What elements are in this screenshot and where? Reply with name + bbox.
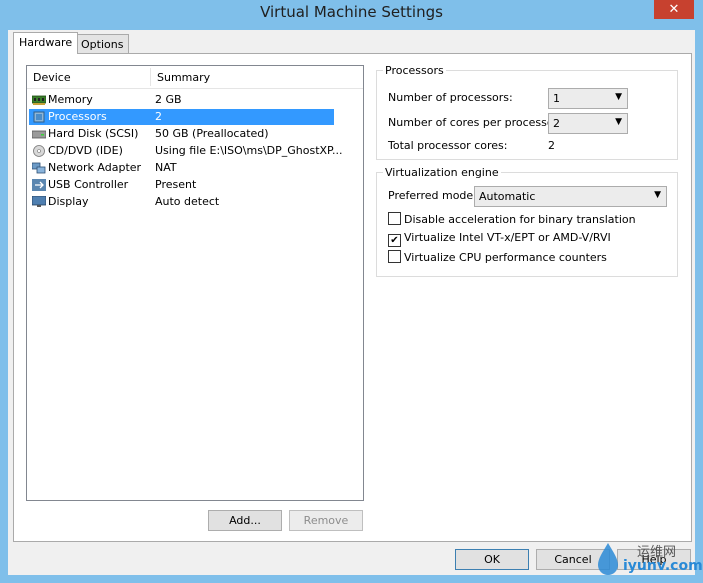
device-name: USB Controller: [48, 178, 129, 191]
virtualize-vtx-checkbox[interactable]: ✔ Virtualize Intel VT-x/EPT or AMD-V/RVI: [388, 231, 611, 247]
tab-hardware[interactable]: Hardware: [13, 32, 79, 54]
disable-binary-translation-checkbox[interactable]: Disable acceleration for binary translat…: [388, 212, 636, 226]
checkmark-icon: ✔: [388, 234, 401, 247]
checkbox-label: Disable acceleration for binary translat…: [404, 213, 636, 226]
add-button-label: Add...: [229, 514, 261, 527]
preferred-mode-select[interactable]: Automatic ▼: [474, 186, 667, 207]
device-row-hard-disk[interactable]: Hard Disk (SCSI) 50 GB (Preallocated): [29, 126, 334, 142]
hardware-tab-panel: Device Summary Memory 2 GB Processors 2 …: [13, 53, 692, 542]
device-row-network-adapter[interactable]: Network Adapter NAT: [29, 160, 334, 176]
tab-options[interactable]: Options: [75, 34, 130, 54]
device-name: CD/DVD (IDE): [48, 144, 123, 157]
num-processors-label: Number of processors:: [388, 91, 513, 104]
device-summary: 50 GB (Preallocated): [155, 127, 269, 140]
add-device-button[interactable]: Add...: [208, 510, 282, 531]
chevron-down-icon: ▼: [615, 117, 622, 127]
preferred-mode-value: Automatic: [479, 190, 536, 203]
virtualization-group-title: Virtualization engine: [383, 166, 501, 179]
column-header-device[interactable]: Device: [33, 71, 71, 84]
virtualize-cpu-counters-checkbox[interactable]: Virtualize CPU performance counters: [388, 250, 607, 264]
device-row-processors[interactable]: Processors 2: [29, 109, 334, 125]
device-row-usb-controller[interactable]: USB Controller Present: [29, 177, 334, 193]
virtualization-engine-group: Virtualization engine Preferred mode: Au…: [376, 166, 678, 277]
total-cores-value: 2: [548, 139, 555, 152]
site-watermark: 运维网 iyunv.com: [593, 537, 703, 583]
device-summary: Using file E:\ISO\ms\DP_GhostXP...: [155, 144, 343, 157]
processors-group: Processors Number of processors: 1 ▼ Num…: [376, 64, 678, 160]
chevron-down-icon: ▼: [615, 92, 622, 102]
checkbox-label: Virtualize CPU performance counters: [404, 251, 607, 264]
device-name: Hard Disk (SCSI): [48, 127, 139, 140]
checkbox-label: Virtualize Intel VT-x/EPT or AMD-V/RVI: [404, 231, 611, 244]
device-name: Network Adapter: [48, 161, 142, 174]
processors-group-title: Processors: [383, 64, 446, 77]
ok-button[interactable]: OK: [455, 549, 529, 570]
ok-button-label: OK: [484, 553, 500, 566]
close-icon: ✕: [668, 2, 680, 17]
device-list-header: Device Summary: [27, 66, 363, 89]
chevron-down-icon: ▼: [654, 190, 661, 200]
tab-options-label: Options: [81, 38, 124, 51]
usb-icon: [32, 179, 46, 191]
cores-per-processor-select[interactable]: 2 ▼: [548, 113, 628, 134]
processor-icon: [33, 111, 45, 123]
device-name: Memory: [48, 93, 93, 106]
num-processors-value: 1: [553, 92, 560, 105]
checkbox-box: [388, 250, 401, 263]
vm-settings-window: Virtual Machine Settings ✕ Hardware Opti…: [0, 0, 703, 583]
cancel-button-label: Cancel: [554, 553, 592, 566]
num-processors-select[interactable]: 1 ▼: [548, 88, 628, 109]
memory-icon: [32, 95, 46, 105]
device-summary: NAT: [155, 161, 177, 174]
network-adapter-icon: [32, 162, 46, 174]
close-button[interactable]: ✕: [654, 0, 694, 19]
total-cores-label: Total processor cores:: [388, 139, 508, 152]
remove-button-label: Remove: [303, 514, 349, 527]
device-name: Processors: [48, 110, 107, 123]
watermark-logo-icon: [598, 543, 618, 575]
title-bar[interactable]: Virtual Machine Settings ✕: [0, 0, 703, 24]
column-header-summary[interactable]: Summary: [157, 71, 210, 84]
display-icon: [32, 196, 46, 207]
device-row-memory[interactable]: Memory 2 GB: [29, 92, 334, 108]
device-summary: Auto detect: [155, 195, 220, 208]
device-summary: 2: [155, 110, 162, 123]
remove-device-button[interactable]: Remove: [289, 510, 363, 531]
device-row-display[interactable]: Display Auto detect: [29, 194, 334, 210]
tab-hardware-label: Hardware: [19, 36, 73, 49]
column-separator[interactable]: [150, 68, 151, 86]
cores-per-processor-label: Number of cores per processor:: [388, 116, 562, 129]
device-name: Display: [48, 195, 89, 208]
cd-dvd-icon: [33, 145, 45, 157]
device-summary: 2 GB: [155, 93, 182, 106]
device-summary: Present: [155, 178, 197, 191]
device-list[interactable]: Device Summary Memory 2 GB Processors 2 …: [26, 65, 364, 501]
cores-per-processor-value: 2: [553, 117, 560, 130]
preferred-mode-label: Preferred mode:: [388, 189, 477, 202]
device-row-cd-dvd[interactable]: CD/DVD (IDE) Using file E:\ISO\ms\DP_Gho…: [29, 143, 342, 159]
watermark-domain: iyunv.com: [623, 558, 703, 574]
window-title: Virtual Machine Settings: [260, 3, 443, 21]
hard-disk-icon: [32, 130, 46, 139]
checkbox-box: [388, 212, 401, 225]
dialog-client: Hardware Options Device Summary Memory 2…: [8, 30, 695, 575]
